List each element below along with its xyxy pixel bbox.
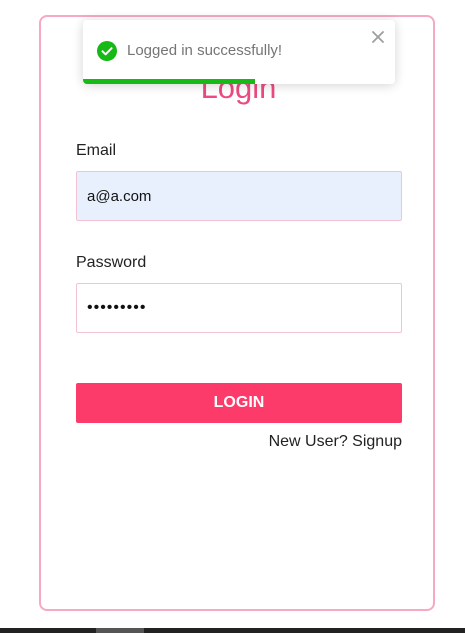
scrollbar-thumb[interactable] (96, 628, 144, 633)
close-icon[interactable] (371, 30, 385, 44)
bottom-scrollbar[interactable] (0, 628, 465, 633)
password-label: Password (76, 254, 147, 271)
toast-message: Logged in successfully! (127, 42, 283, 59)
login-button[interactable]: LOGIN (76, 383, 402, 423)
email-label: Email (76, 142, 117, 159)
password-field[interactable] (76, 283, 402, 333)
check-circle-icon (97, 41, 117, 61)
toast-progress-bar (83, 79, 255, 84)
signup-row: New User? Signup (76, 432, 402, 452)
success-toast[interactable]: Logged in successfully! (83, 20, 395, 84)
email-field[interactable] (76, 171, 402, 221)
signup-link[interactable]: New User? Signup (269, 433, 402, 450)
viewport: Login Email Password LOGIN New User? Sig… (0, 0, 465, 633)
